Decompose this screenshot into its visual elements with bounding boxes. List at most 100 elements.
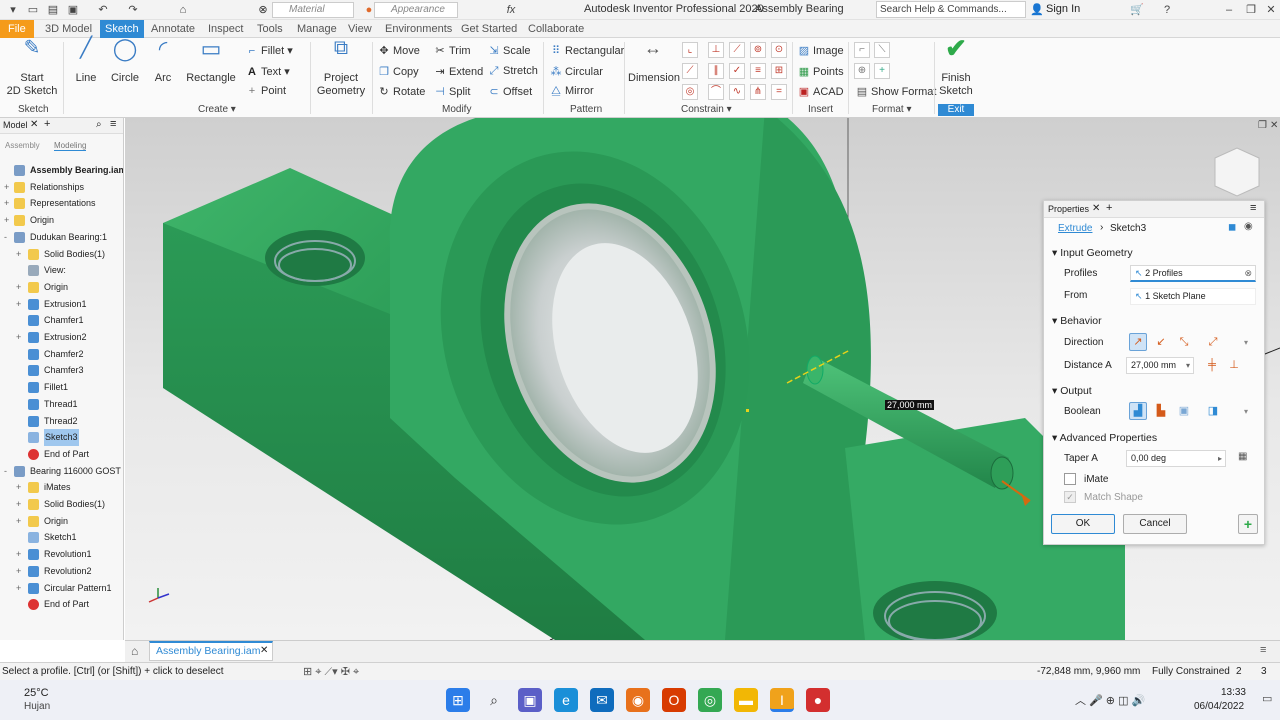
tree-item[interactable]: End of Part [0,596,123,613]
acad-button[interactable]: ▣ ACAD [798,85,844,98]
tree-item[interactable]: + Origin [0,513,123,530]
dimension-button[interactable]: ↔ Dimension [628,39,680,85]
start-2d-sketch-button[interactable]: ✎ Start 2D Sketch [6,38,58,98]
tab-view[interactable]: View [343,20,377,38]
expand-icon[interactable]: + [16,246,21,263]
tab-get-started[interactable]: Get Started [456,20,522,38]
cube-preset-icon[interactable]: ◼ [1228,222,1236,233]
properties-menu-icon[interactable]: ≡ [1250,202,1256,214]
section-advanced-properties[interactable]: ▾ Advanced Properties [1052,432,1157,444]
fx-icon[interactable]: fx [504,3,518,17]
fix-constraint-icon[interactable]: ⊚ [750,42,766,58]
tree-item[interactable]: + Solid Bodies(1) [0,246,123,263]
circular-pattern-button[interactable]: ⁂ Circular [550,65,603,78]
edge-icon[interactable]: e [554,688,578,712]
save-icon[interactable]: ▣ [66,3,80,17]
clock-date[interactable]: 06/04/2022 [1194,701,1244,712]
tree-item[interactable]: Thread1 [0,396,123,413]
restore-icon[interactable]: ❐ [1244,3,1258,17]
new-solid-icon[interactable]: ◨ [1204,402,1222,420]
apply-add-button[interactable]: + [1238,514,1258,534]
show-format-button[interactable]: ▤ Show Format [856,85,937,98]
select-filter-icons[interactable]: ⊞ ⌖ ⟋▾ ✠ ⌖ [303,665,359,679]
tree-item[interactable]: + Circular Pattern1 [0,580,123,597]
tree-item[interactable]: - Bearing 116000 GOST 8 [0,463,123,480]
cart-icon[interactable]: 🛒 [1130,3,1144,17]
expand-icon[interactable]: + [16,279,21,296]
parallel-constraint-icon[interactable]: ∥ [708,63,724,79]
document-tab-close-icon[interactable]: ✕ [260,645,268,656]
sign-in-link[interactable]: Sign In [1046,3,1080,15]
expand-icon[interactable]: + [16,296,21,313]
cut-icon[interactable]: ▙ [1152,402,1170,420]
expand-icon[interactable]: + [4,195,9,212]
properties-add-icon[interactable]: + [1106,202,1112,214]
minimize-icon[interactable]: – [1222,3,1236,17]
home-icon[interactable]: ⌂ [131,644,138,658]
notification-icon[interactable]: ▭ [1262,692,1272,705]
move-button[interactable]: ✥ Move [378,44,420,57]
visibility-eye-icon[interactable]: ◉ [1244,221,1253,232]
tangent-constraint-icon[interactable]: ⌒ [708,84,724,100]
tab-tools[interactable]: Tools [252,20,288,38]
material-clear-icon[interactable]: ⊗ [256,3,270,17]
delete-constraints-icon[interactable]: = [771,84,787,100]
join-icon[interactable]: ▟ [1129,402,1147,420]
tree-item[interactable]: - Dudukan Bearing:1 [0,229,123,246]
file-explorer-icon[interactable]: ▬ [734,688,758,712]
tree-item[interactable]: + Representations [0,195,123,212]
to-face-icon[interactable]: ⊥ [1225,356,1243,374]
properties-close-icon[interactable]: ✕ [1092,203,1100,214]
horizontal-constraint-icon[interactable]: ⟋ [729,42,745,58]
tab-annotate[interactable]: Annotate [146,20,200,38]
tree-item[interactable]: Chamfer2 [0,346,123,363]
expand-icon[interactable]: + [16,479,21,496]
image-button[interactable]: ▨ Image [798,44,844,57]
tree-item[interactable]: + Origin [0,279,123,296]
expand-icon[interactable]: + [16,329,21,346]
expand-icon[interactable]: + [16,513,21,530]
rectangular-pattern-button[interactable]: ⠿ Rectangular [550,44,624,57]
cancel-button[interactable]: Cancel [1123,514,1187,534]
centerline-icon[interactable]: ⟍ [874,42,890,58]
extend-button[interactable]: ⇥ Extend [434,65,483,78]
close-icon[interactable]: ✕ [1264,3,1278,17]
tree-item[interactable]: Fillet1 [0,379,123,396]
tree-item[interactable]: Sketch1 [0,529,123,546]
smooth-constraint-icon[interactable]: ∿ [729,84,745,100]
help-icon[interactable]: ? [1160,3,1174,17]
tree-item[interactable]: + Extrusion2 [0,329,123,346]
expand-icon[interactable]: + [16,546,21,563]
search-input[interactable]: Search Help & Commands... [876,1,1026,18]
section-input-geometry[interactable]: ▾ Input Geometry [1052,247,1133,259]
distance-mode-icon[interactable]: ╪ [1203,356,1221,374]
profiles-selector[interactable]: ↖ 2 Profiles ⊗ [1130,265,1256,282]
imate-checkbox[interactable] [1064,473,1076,485]
browser-tab-modeling[interactable]: Modeling [54,141,87,151]
office-icon[interactable]: O [662,688,686,712]
firefox-icon[interactable]: ◉ [626,688,650,712]
tab-environments[interactable]: Environments [380,20,457,38]
arc-button[interactable]: ◜ Arc [148,38,178,85]
perpendicular-constraint-icon[interactable]: ⊥ [708,42,724,58]
tree-item[interactable]: + Origin [0,212,123,229]
search-icon[interactable]: ⌕ [482,688,506,712]
dimension-label[interactable]: 27,000 mm [885,400,935,410]
tree-item[interactable]: End of Part [0,446,123,463]
tree-item[interactable]: + Relationships [0,179,123,196]
show-constraints-icon[interactable]: ⊙ [771,42,787,58]
tree-item[interactable]: + Solid Bodies(1) [0,496,123,513]
browser-close-icon[interactable]: ✕ [30,119,38,130]
point-button[interactable]: + Point [246,85,286,97]
appearance-combo[interactable]: Appearance [374,2,458,18]
tree-item[interactable]: + Revolution1 [0,546,123,563]
center-point-icon[interactable]: ⊕ [854,63,870,79]
points-button[interactable]: ▦ Points [798,65,844,78]
rectangle-button[interactable]: ▭ Rectangle [186,38,236,85]
tree-item[interactable]: Chamfer3 [0,362,123,379]
circle-button[interactable]: ◯ Circle [108,38,142,85]
inventor-taskbar-icon[interactable]: I [770,688,794,712]
taper-options-icon[interactable]: ▦ [1238,451,1247,462]
breadcrumb-extrude[interactable]: Extrude [1058,223,1092,234]
coincident-constraint-icon[interactable]: ⌞ [682,42,698,58]
